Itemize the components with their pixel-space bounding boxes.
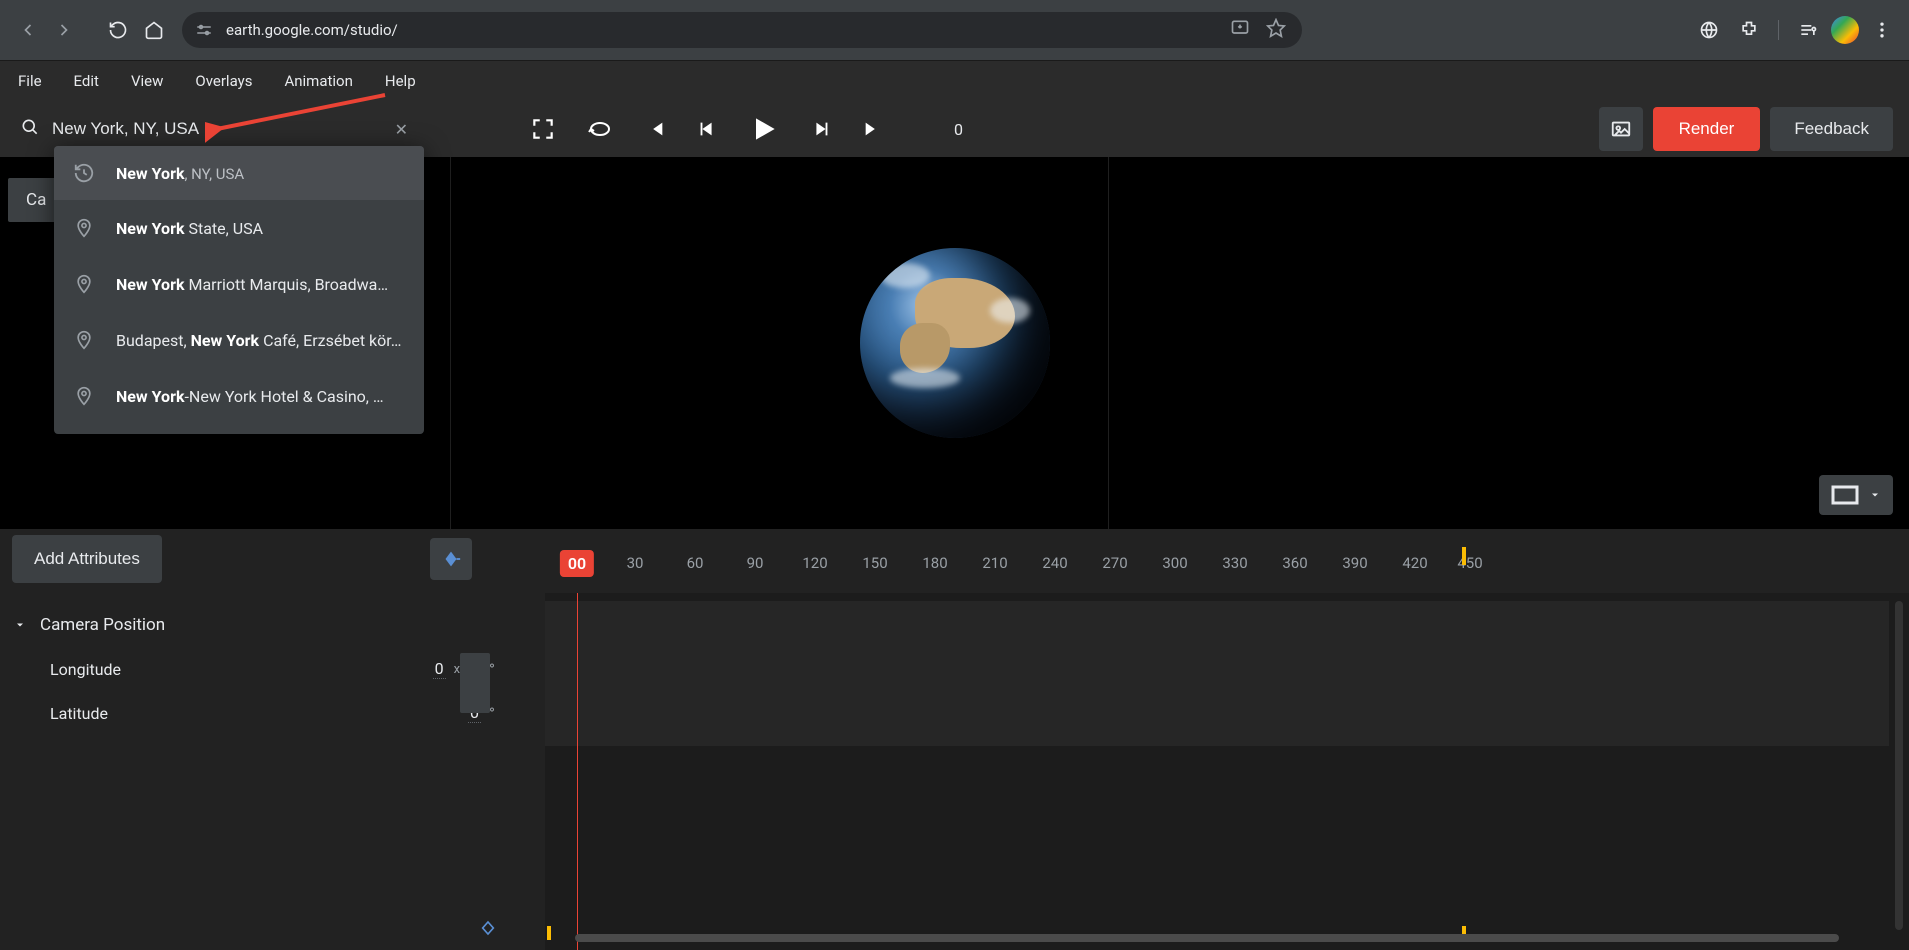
menu-edit[interactable]: Edit — [74, 72, 99, 90]
track-handle[interactable] — [460, 653, 490, 713]
timeline-body: Camera Position Longitude 0x0° Latitude … — [0, 593, 1909, 950]
attribute-list: Camera Position Longitude 0x0° Latitude … — [0, 593, 545, 950]
playback-controls: 0 — [530, 113, 963, 145]
skip-start-icon[interactable] — [644, 118, 666, 140]
timeline-tick: 330 — [1222, 554, 1247, 572]
longitude-label: Longitude — [50, 660, 121, 679]
timeline-tick: 210 — [982, 554, 1007, 572]
install-app-icon[interactable] — [1230, 18, 1250, 42]
aspect-ratio-button[interactable] — [1819, 475, 1893, 515]
timeline-tick: 90 — [747, 554, 764, 572]
back-button[interactable] — [10, 12, 46, 48]
timeline-tick: 270 — [1102, 554, 1127, 572]
section-title: Camera Position — [40, 615, 165, 635]
pin-icon — [72, 216, 96, 240]
render-button[interactable]: Render — [1653, 107, 1761, 151]
chevron-down-icon — [14, 619, 26, 631]
address-bar[interactable]: earth.google.com/studio/ — [182, 12, 1302, 48]
search-suggestion-item[interactable]: New York Marriott Marquis, Broadwa… — [54, 256, 424, 312]
track-area[interactable] — [545, 601, 1889, 746]
timeline-tick: 60 — [687, 554, 704, 572]
snapshot-button[interactable] — [1599, 107, 1643, 151]
search-input[interactable] — [52, 119, 373, 139]
snap-keyframe-button[interactable] — [430, 538, 472, 580]
site-settings-icon[interactable] — [194, 20, 214, 40]
reload-button[interactable] — [100, 12, 136, 48]
browser-chrome: earth.google.com/studio/ — [0, 0, 1909, 61]
timeline-tick: 30 — [627, 554, 644, 572]
search-suggestion-item[interactable]: New York, NY, USA — [54, 146, 424, 200]
pin-icon — [72, 272, 96, 296]
profile-avatar[interactable] — [1831, 16, 1859, 44]
search-icon — [20, 117, 40, 141]
menu-overlays[interactable]: Overlays — [195, 72, 252, 90]
toolbar-right-actions: Render Feedback — [1599, 107, 1893, 151]
app-menu-bar: File Edit View Overlays Animation Help — [0, 61, 1909, 101]
url-text: earth.google.com/studio/ — [226, 21, 398, 39]
media-control-icon[interactable] — [1791, 13, 1825, 47]
search-suggestion-item[interactable]: New York-New York Hotel & Casino, … — [54, 368, 424, 424]
step-forward-icon[interactable] — [810, 118, 832, 140]
pin-icon — [72, 328, 96, 352]
play-icon[interactable] — [748, 113, 780, 145]
range-end-ruler-marker[interactable] — [1462, 547, 1466, 565]
history-icon — [72, 162, 96, 184]
suggestion-text: New York Marriott Marquis, Broadwa… — [116, 275, 388, 294]
suggestion-text: Budapest, New York Café, Erzsébet kör… — [116, 331, 401, 350]
playhead[interactable] — [577, 593, 578, 950]
suggestion-text: New York, NY, USA — [116, 164, 244, 183]
clear-search-icon[interactable]: ✕ — [385, 120, 418, 139]
feedback-button[interactable]: Feedback — [1770, 107, 1893, 151]
skip-end-icon[interactable] — [862, 118, 884, 140]
latitude-label: Latitude — [50, 704, 108, 723]
forward-button[interactable] — [46, 12, 82, 48]
browser-actions — [1692, 13, 1899, 47]
earth-globe — [860, 248, 1050, 438]
timeline-tick: 240 — [1042, 554, 1067, 572]
translate-icon[interactable] — [1692, 13, 1726, 47]
keyframe-icon[interactable] — [480, 920, 496, 936]
timeline-tick: 390 — [1342, 554, 1367, 572]
timeline-tick: 150 — [862, 554, 887, 572]
timeline-tick: 360 — [1282, 554, 1307, 572]
frame-counter[interactable]: 0 — [954, 120, 963, 139]
fullscreen-icon[interactable] — [530, 116, 556, 142]
menu-help[interactable]: Help — [385, 72, 416, 90]
menu-view[interactable]: View — [131, 72, 163, 90]
camera-position-header[interactable]: Camera Position — [14, 603, 545, 647]
suggestion-text: New York-New York Hotel & Casino, … — [116, 387, 384, 406]
home-button[interactable] — [136, 12, 172, 48]
range-start-marker[interactable] — [547, 926, 551, 940]
search-suggestion-item[interactable]: Budapest, New York Café, Erzsébet kör… — [54, 312, 424, 368]
current-frame-badge[interactable]: 00 — [560, 550, 594, 577]
pin-icon — [72, 384, 96, 408]
menu-file[interactable]: File — [18, 72, 42, 90]
chevron-down-icon — [1869, 489, 1881, 501]
search-suggestions-dropdown: New York, NY, USA New York State, USA Ne… — [54, 146, 424, 434]
horizontal-scrollbar[interactable] — [575, 934, 1839, 942]
timeline-panel: Add Attributes 00 30 60 90 120 150 180 2… — [0, 529, 1909, 950]
timeline-tick: 180 — [922, 554, 947, 572]
add-attributes-button[interactable]: Add Attributes — [12, 535, 162, 583]
separator — [1778, 20, 1779, 40]
timeline-tracks[interactable] — [545, 593, 1909, 950]
timeline-tick: 120 — [802, 554, 827, 572]
browser-menu-icon[interactable] — [1865, 13, 1899, 47]
loop-icon[interactable] — [586, 117, 614, 141]
suggestion-text: New York State, USA — [116, 219, 263, 238]
vertical-scrollbar[interactable] — [1895, 601, 1903, 930]
timeline-tick: 420 — [1402, 554, 1427, 572]
timeline-ruler[interactable]: 00 30 60 90 120 150 180 210 240 270 300 … — [545, 533, 1909, 593]
extensions-icon[interactable] — [1732, 13, 1766, 47]
search-suggestion-item[interactable]: New York State, USA — [54, 200, 424, 256]
step-back-icon[interactable] — [696, 118, 718, 140]
search-container: ✕ — [8, 117, 418, 141]
timeline-tick: 300 — [1162, 554, 1187, 572]
bookmark-icon[interactable] — [1266, 18, 1286, 42]
menu-animation[interactable]: Animation — [284, 72, 352, 90]
